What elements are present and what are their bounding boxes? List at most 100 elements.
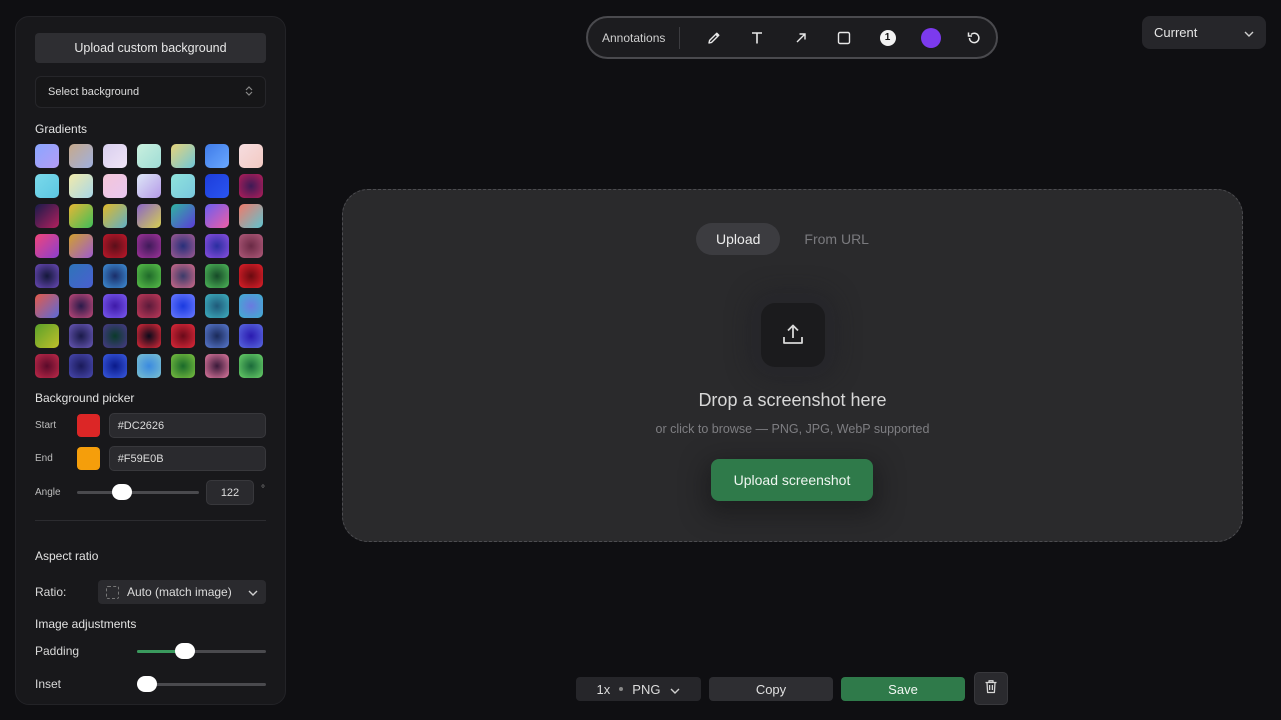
gradient-swatch[interactable] [171, 294, 195, 318]
end-color-row: End #F59E0B [35, 446, 266, 471]
divider [35, 520, 266, 521]
gradient-swatch[interactable] [137, 264, 161, 288]
toolbar-separator [679, 26, 681, 49]
ratio-label: Ratio: [35, 585, 67, 599]
gradient-swatch[interactable] [103, 264, 127, 288]
save-button[interactable]: Save [841, 677, 965, 701]
gradient-swatch[interactable] [239, 174, 263, 198]
angle-slider[interactable] [77, 484, 199, 500]
gradient-swatch[interactable] [205, 174, 229, 198]
gradient-swatch[interactable] [239, 324, 263, 348]
gradient-swatch[interactable] [205, 354, 229, 378]
arrow-icon[interactable] [779, 23, 822, 53]
gradient-swatch[interactable] [171, 174, 195, 198]
gradient-swatch[interactable] [137, 354, 161, 378]
gradient-swatch[interactable] [205, 144, 229, 168]
inset-slider-handle[interactable] [137, 675, 157, 692]
gradient-swatch[interactable] [171, 264, 195, 288]
gradient-swatch[interactable] [171, 234, 195, 258]
gradient-swatch[interactable] [205, 234, 229, 258]
gradient-swatch[interactable] [137, 174, 161, 198]
gradient-swatch[interactable] [205, 264, 229, 288]
gradient-swatch[interactable] [103, 204, 127, 228]
delete-button[interactable] [974, 672, 1008, 705]
angle-slider-handle[interactable] [112, 484, 132, 500]
gradient-swatch[interactable] [171, 144, 195, 168]
start-color-input[interactable]: #DC2626 [108, 413, 266, 438]
inset-slider[interactable] [137, 675, 266, 692]
gradient-swatch[interactable] [103, 294, 127, 318]
version-dropdown[interactable]: Current [1142, 16, 1266, 49]
separator-dot [619, 687, 624, 691]
copy-button[interactable]: Copy [709, 677, 833, 701]
gradient-swatch[interactable] [103, 174, 127, 198]
upload-tabs: Upload From URL [343, 223, 1242, 255]
gradient-swatch[interactable] [103, 354, 127, 378]
end-color-input[interactable]: #F59E0B [108, 446, 266, 471]
rectangle-icon[interactable] [822, 23, 865, 53]
gradient-swatch[interactable] [137, 204, 161, 228]
gradient-swatch[interactable] [103, 324, 127, 348]
inset-row: Inset [35, 675, 266, 692]
gradient-swatch[interactable] [35, 144, 59, 168]
gradient-swatch[interactable] [171, 324, 195, 348]
gradient-swatch[interactable] [239, 234, 263, 258]
gradient-swatch[interactable] [171, 354, 195, 378]
gradient-swatch[interactable] [239, 354, 263, 378]
gradient-swatch[interactable] [239, 204, 263, 228]
undo-icon[interactable] [953, 23, 996, 53]
angle-input[interactable]: 122 [206, 480, 254, 505]
gradient-swatch[interactable] [205, 324, 229, 348]
gradient-swatch[interactable] [103, 144, 127, 168]
ratio-dropdown[interactable]: Auto (match image) [98, 580, 266, 604]
pencil-icon[interactable] [692, 23, 735, 53]
gradient-swatch[interactable] [69, 354, 93, 378]
gradient-swatch[interactable] [35, 294, 59, 318]
gradient-swatch[interactable] [137, 234, 161, 258]
gradient-swatch[interactable] [35, 264, 59, 288]
upload-custom-background-button[interactable]: Upload custom background [35, 33, 266, 63]
export-format-dropdown[interactable]: 1x PNG [576, 677, 701, 701]
gradient-swatch[interactable] [205, 204, 229, 228]
gradient-swatch[interactable] [69, 264, 93, 288]
color-swatch[interactable] [909, 23, 952, 53]
image-adjustments-label: Image adjustments [35, 617, 137, 631]
gradient-swatch[interactable] [69, 324, 93, 348]
gradient-swatch[interactable] [69, 234, 93, 258]
gradient-swatch[interactable] [35, 324, 59, 348]
gradient-swatch[interactable] [137, 144, 161, 168]
padding-slider[interactable] [137, 642, 266, 659]
gradient-swatch[interactable] [35, 174, 59, 198]
padding-label: Padding [35, 644, 80, 658]
gradient-swatch[interactable] [137, 324, 161, 348]
degree-unit: ° [261, 484, 265, 495]
text-icon[interactable] [736, 23, 779, 53]
ratio-value: Auto (match image) [127, 585, 232, 599]
number-badge-tool[interactable]: 1 [866, 23, 909, 53]
gradient-swatch[interactable] [103, 234, 127, 258]
start-label: Start [35, 420, 57, 431]
gradient-swatch[interactable] [69, 144, 93, 168]
gradient-swatch[interactable] [35, 354, 59, 378]
gradient-swatch[interactable] [239, 294, 263, 318]
gradient-swatch[interactable] [69, 204, 93, 228]
tab-upload[interactable]: Upload [696, 223, 781, 255]
tab-from-url[interactable]: From URL [784, 223, 889, 255]
gradient-swatch[interactable] [35, 204, 59, 228]
end-color-swatch[interactable] [76, 447, 100, 470]
sidebar: Upload custom background Select backgrou… [15, 16, 286, 705]
gradient-swatch[interactable] [35, 234, 59, 258]
gradient-swatch[interactable] [239, 264, 263, 288]
upload-screenshot-button[interactable]: Upload screenshot [711, 459, 873, 501]
padding-slider-handle[interactable] [175, 642, 195, 659]
gradients-label: Gradients [35, 122, 88, 136]
gradient-swatch[interactable] [69, 174, 93, 198]
screenshot-dropzone[interactable]: Upload From URL Drop a screenshot here o… [342, 189, 1243, 542]
gradient-swatch[interactable] [205, 294, 229, 318]
select-background-dropdown[interactable]: Select background [35, 76, 266, 108]
gradient-swatch[interactable] [137, 294, 161, 318]
start-color-swatch[interactable] [76, 414, 100, 437]
gradient-swatch[interactable] [239, 144, 263, 168]
gradient-swatch[interactable] [69, 294, 93, 318]
gradient-swatch[interactable] [171, 204, 195, 228]
